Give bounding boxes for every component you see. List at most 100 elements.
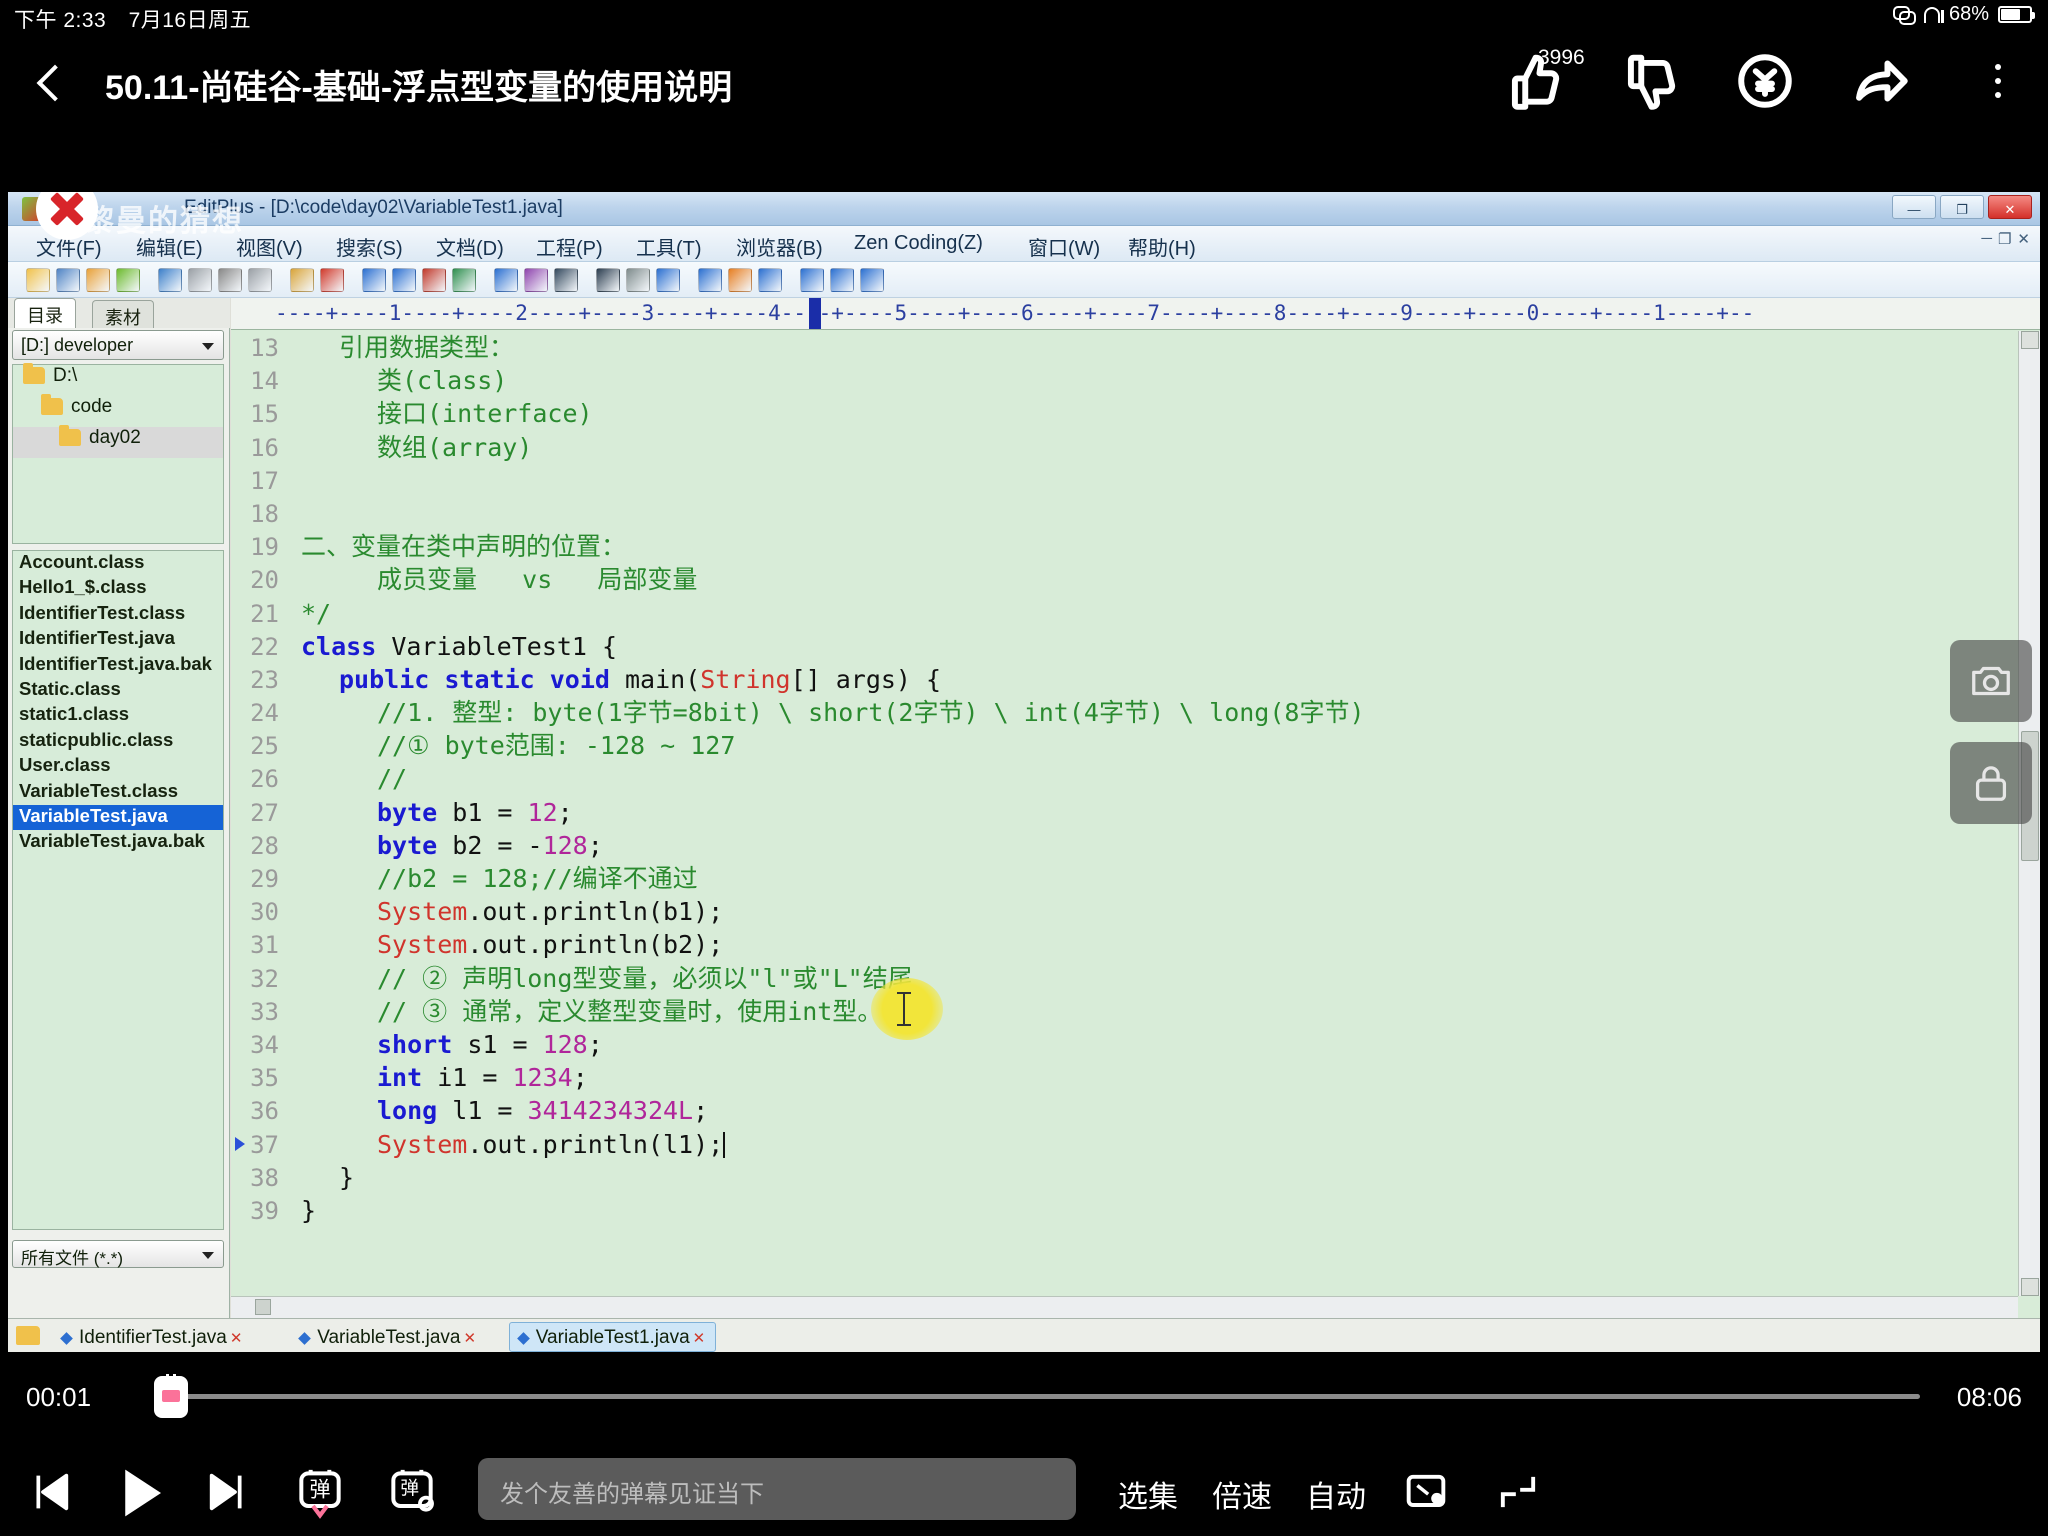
progress-track[interactable] (168, 1394, 1920, 1399)
code-line[interactable]: 32 // ② 声明long型变量，必须以"l"或"L"结尾 (231, 962, 2018, 995)
toolbar-button-7[interactable] (248, 268, 272, 292)
file-filter-selector[interactable]: 所有文件 (*.*) (12, 1240, 224, 1268)
file-list-item[interactable]: Static.class (13, 678, 223, 703)
toolbar-button-15[interactable] (524, 268, 548, 292)
playback-speed-button[interactable]: 倍速 (1212, 1472, 1272, 1536)
toolbar-button-0[interactable] (26, 268, 50, 292)
quality-auto-button[interactable]: 自动 (1306, 1472, 1366, 1536)
code-line[interactable]: 20 成员变量 vs 局部变量 (231, 563, 2018, 596)
code-area[interactable]: 13 引用数据类型： 14 类(class) 15 接口(interface) 16 数组(a… (231, 331, 2018, 1296)
pip-button[interactable] (1400, 1456, 1460, 1530)
code-line[interactable]: 38} (231, 1161, 2018, 1194)
code-line[interactable]: 26 // (231, 762, 2018, 795)
dislike-button[interactable] (1618, 50, 1680, 120)
code-line[interactable]: 36 long l1 = 3414234324L; (231, 1094, 2018, 1127)
like-button[interactable]: 3996 (1502, 46, 1585, 120)
file-list-item[interactable]: VariableTest.class (13, 780, 223, 805)
menu-item-8[interactable]: Zen Coding(Z) (854, 232, 983, 255)
document-tab-0[interactable]: IdentifierTest.java ✕ (52, 1322, 253, 1352)
file-list-item[interactable]: VariableTest.java.bak (13, 830, 223, 855)
menu-item-10[interactable]: 帮助(H) (1128, 232, 1196, 261)
file-list-item[interactable]: IdentifierTest.java.bak (13, 653, 223, 678)
file-list-item[interactable]: staticpublic.class (13, 729, 223, 754)
next-button[interactable] (200, 1456, 260, 1530)
coin-button[interactable] (1734, 50, 1796, 120)
toolbar-button-14[interactable] (494, 268, 518, 292)
lock-button[interactable] (1950, 742, 2032, 824)
tab-directory[interactable]: 目录 (14, 298, 76, 328)
restore-button[interactable]: ❐ (1940, 195, 1984, 219)
menu-item-2[interactable]: 视图(V) (236, 232, 303, 261)
doc-restore-button[interactable]: ❐ (1998, 230, 2011, 248)
scroll-down-arrow-icon[interactable] (2021, 1278, 2039, 1296)
fullscreen-exit-button[interactable] (1492, 1456, 1552, 1530)
tree-node-0[interactable]: D:\ (13, 363, 223, 396)
editor-horizontal-scrollbar[interactable] (231, 1296, 2018, 1318)
code-line[interactable]: 24 //1. 整型: byte(1字节=8bit) \ short(2字节) \… (231, 696, 2018, 729)
menu-item-7[interactable]: 浏览器(B) (736, 232, 823, 261)
more-button[interactable] (1966, 50, 2028, 120)
toolbar-button-11[interactable] (392, 268, 416, 292)
menu-item-0[interactable]: 文件(F) (36, 232, 102, 261)
tree-node-2[interactable]: day02 (13, 425, 223, 458)
code-line[interactable]: 29 //b2 = 128;//编译不通过 (231, 862, 2018, 895)
toolbar-button-25[interactable] (860, 268, 884, 292)
code-line[interactable]: 23 public static void main(String[] args)… (231, 663, 2018, 696)
toolbar-button-17[interactable] (596, 268, 620, 292)
toolbar-button-4[interactable] (158, 268, 182, 292)
toolbar-button-12[interactable] (422, 268, 446, 292)
file-list-item[interactable]: IdentifierTest.class (13, 602, 223, 627)
code-line[interactable]: 28 byte b2 = -128; (231, 829, 2018, 862)
toolbar-button-6[interactable] (218, 268, 242, 292)
document-tab-2[interactable]: VariableTest1.java ✕ (508, 1322, 717, 1352)
toolbar-button-24[interactable] (830, 268, 854, 292)
close-icon[interactable]: ✕ (230, 1330, 243, 1347)
toolbar-button-23[interactable] (800, 268, 824, 292)
code-line[interactable]: 15 接口(interface) (231, 397, 2018, 430)
toolbar-button-5[interactable] (188, 268, 212, 292)
toolbar-button-3[interactable] (116, 268, 140, 292)
code-line[interactable]: 14 类(class) (231, 364, 2018, 397)
code-line[interactable]: 13 引用数据类型： (231, 331, 2018, 364)
close-icon[interactable]: ✕ (693, 1330, 706, 1347)
toolbar-button-20[interactable] (698, 268, 722, 292)
tab-material[interactable]: 素材 (92, 300, 154, 328)
play-button[interactable] (106, 1456, 176, 1530)
danmaku-input[interactable]: 发个友善的弹幕见证当下 (478, 1458, 1076, 1520)
toolbar-button-22[interactable] (758, 268, 782, 292)
toolbar-button-8[interactable] (290, 268, 314, 292)
menu-item-3[interactable]: 搜索(S) (336, 232, 403, 261)
toolbar-button-13[interactable] (452, 268, 476, 292)
previous-button[interactable] (22, 1456, 82, 1530)
menu-item-1[interactable]: 编辑(E) (136, 232, 203, 261)
code-line[interactable]: 30 System.out.println(b1); (231, 895, 2018, 928)
screenshot-button[interactable] (1950, 640, 2032, 722)
file-list-item[interactable]: Hello1_$.class (13, 576, 223, 601)
toolbar-button-19[interactable] (656, 268, 680, 292)
toolbar-button-18[interactable] (626, 268, 650, 292)
code-line[interactable]: 37 System.out.println(l1); (231, 1128, 2018, 1161)
toolbar-button-1[interactable] (56, 268, 80, 292)
code-line[interactable]: 33 // ③ 通常，定义整型变量时，使用int型。 (231, 995, 2018, 1028)
minimize-button[interactable]: — (1892, 195, 1936, 219)
toolbar-button-9[interactable] (320, 268, 344, 292)
code-line[interactable]: 16 数组(array) (231, 431, 2018, 464)
danmaku-toggle-button[interactable]: 弹 (292, 1456, 352, 1530)
danmaku-settings-button[interactable]: 弹 (384, 1456, 444, 1530)
toolbar-button-10[interactable] (362, 268, 386, 292)
file-list-item[interactable]: User.class (13, 754, 223, 779)
menu-item-5[interactable]: 工程(P) (536, 232, 603, 261)
code-line[interactable]: 19 二、变量在类中声明的位置： (231, 530, 2018, 563)
close-button[interactable]: ✕ (1988, 195, 2032, 219)
document-tab-strip[interactable]: IdentifierTest.java ✕ VariableTest.java ✕ Va… (8, 1318, 2040, 1352)
folder-tree[interactable]: D:\ code day02 (12, 363, 224, 544)
horizontal-scroll-thumb[interactable] (255, 1299, 271, 1315)
doc-minimize-button[interactable]: ─ (1981, 230, 1992, 248)
file-list-item[interactable]: IdentifierTest.java (13, 627, 223, 652)
menu-item-4[interactable]: 文档(D) (436, 232, 504, 261)
toolbar-button-2[interactable] (86, 268, 110, 292)
doc-close-button[interactable]: ✕ (2017, 230, 2030, 248)
tree-node-1[interactable]: code (13, 394, 223, 427)
code-line[interactable]: 22 class VariableTest1 { (231, 630, 2018, 663)
code-line[interactable]: 39} (231, 1194, 2018, 1227)
